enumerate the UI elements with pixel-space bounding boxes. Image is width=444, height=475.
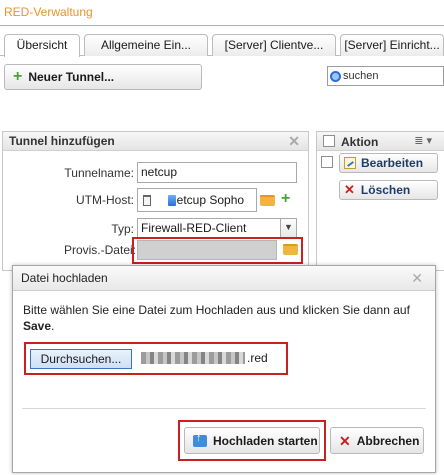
tab-server-clientverwaltung[interactable]: [Server] Clientve... xyxy=(212,34,336,56)
highlight-browse-row xyxy=(24,342,288,375)
host-device-icon xyxy=(168,195,176,206)
search-placeholder: suchen xyxy=(343,70,379,82)
edit-button[interactable]: Bearbeiten xyxy=(339,153,438,173)
dialog-message-save: Save xyxy=(23,319,52,333)
highlight-upload-button xyxy=(178,420,326,461)
plus-icon: + xyxy=(13,68,23,85)
dialog-message: Bitte wählen Sie eine Datei zum Hochlade… xyxy=(23,303,410,333)
dialog-title: Datei hochladen xyxy=(21,271,108,285)
add-host-icon[interactable]: + xyxy=(281,191,290,207)
dialog-message-text: Bitte wählen Sie eine Datei zum Hochlade… xyxy=(23,303,410,317)
tunnelname-label: Tunnelname: xyxy=(64,166,134,180)
cancel-button[interactable]: ✕ Abbrechen xyxy=(330,427,424,454)
close-icon[interactable]: ✕ xyxy=(288,133,300,150)
row-checkbox[interactable] xyxy=(321,156,333,168)
utm-host-value: Netcup Sopho xyxy=(168,193,245,207)
typ-value: Firewall-RED-Client xyxy=(141,221,247,235)
panel-title: Tunnel hinzufügen xyxy=(9,134,115,148)
folder-icon[interactable] xyxy=(260,195,275,206)
column-header-aktion: Aktion xyxy=(341,135,379,149)
delete-icon: ✕ xyxy=(344,182,355,197)
cancel-label: Abbrechen xyxy=(356,433,420,448)
edit-icon xyxy=(344,157,356,169)
dialog-divider xyxy=(22,408,426,409)
new-tunnel-button[interactable]: + Neuer Tunnel... xyxy=(4,64,202,90)
tab-bar: Übersicht Allgemeine Ein... [Server] Cli… xyxy=(0,34,444,57)
tab-server-einrichtung[interactable]: [Server] Einricht... xyxy=(340,34,444,56)
chevron-down-icon: ▼ xyxy=(280,219,296,237)
tab-allgemeine-einstellungen[interactable]: Allgemeine Ein... xyxy=(84,34,208,56)
action-grid: Aktion ≣ ▾ xyxy=(316,131,444,271)
new-tunnel-label: Neuer Tunnel... xyxy=(28,70,115,84)
provis-file-label: Provis.-Datei: xyxy=(63,243,136,257)
delete-button[interactable]: ✕ Löschen xyxy=(339,180,438,200)
tab-uebersicht[interactable]: Übersicht xyxy=(4,34,80,57)
search-input[interactable]: suchen xyxy=(327,66,444,86)
select-all-checkbox[interactable] xyxy=(323,135,335,147)
search-icon xyxy=(330,70,341,82)
panel-header: Tunnel hinzufügen ✕ xyxy=(3,132,308,151)
trash-icon[interactable] xyxy=(143,195,151,206)
typ-select[interactable]: Firewall-RED-Client ▼ xyxy=(137,218,297,238)
app-title: RED-Verwaltung xyxy=(0,0,444,26)
typ-label: Typ: xyxy=(111,222,134,236)
column-menu-icon[interactable]: ≣ ▾ xyxy=(414,134,432,147)
tunnelname-field[interactable]: netcup xyxy=(137,162,297,183)
dialog-close-icon[interactable]: ✕ xyxy=(411,270,423,287)
edit-label: Bearbeiten xyxy=(361,156,424,170)
cancel-icon: ✕ xyxy=(339,432,351,449)
utm-host-field[interactable]: Netcup Sopho xyxy=(137,188,257,212)
highlight-provis-file xyxy=(132,237,303,264)
delete-label: Löschen xyxy=(360,183,411,197)
utm-host-label: UTM-Host: xyxy=(76,193,134,207)
dialog-header: Datei hochladen ✕ xyxy=(13,266,435,291)
grid-header: Aktion ≣ ▾ xyxy=(317,132,444,151)
